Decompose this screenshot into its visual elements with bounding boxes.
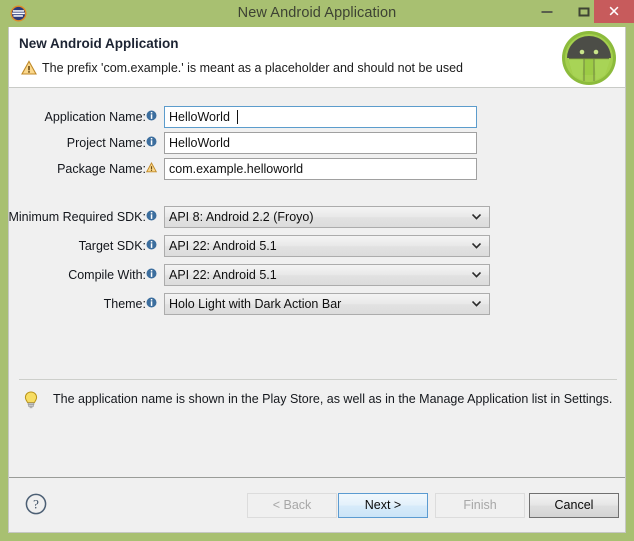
tip-text: The application name is shown in the Pla… [53, 392, 612, 406]
field-compile-with: Compile With: API 22: Android 5.1 [9, 264, 625, 286]
dialog-content: New Android Application The prefix 'com.… [8, 27, 626, 533]
minimum-required-sdk-select[interactable]: API 8: Android 2.2 (Froyo) [164, 206, 490, 228]
field-label: Target SDK: [79, 235, 146, 257]
warning-triangle-icon[interactable] [146, 162, 157, 173]
info-icon[interactable] [146, 268, 157, 279]
field-label: Compile With: [68, 264, 146, 286]
field-label: Theme: [104, 293, 146, 315]
compile-with-select[interactable]: API 22: Android 5.1 [164, 264, 490, 286]
tip-divider [19, 379, 617, 380]
field-application-name: Application Name: HelloWorld [9, 106, 625, 128]
project-name-input[interactable]: HelloWorld [164, 132, 477, 154]
minimize-button[interactable] [528, 0, 565, 23]
field-project-name: Project Name: HelloWorld [9, 132, 625, 154]
field-label: Minimum Required SDK: [8, 206, 146, 228]
dialog-header: New Android Application The prefix 'com.… [9, 27, 625, 88]
next-button[interactable]: Next > [338, 493, 428, 518]
minimize-icon [541, 11, 552, 13]
input-value: com.example.helloworld [169, 162, 303, 176]
select-value: API 22: Android 5.1 [169, 265, 277, 285]
select-value: Holo Light with Dark Action Bar [169, 294, 341, 314]
help-question-icon[interactable]: ? [25, 493, 47, 515]
chevron-down-icon [472, 272, 481, 278]
field-label: Package Name: [57, 158, 146, 180]
chevron-down-icon [472, 214, 481, 220]
back-button[interactable]: < Back [247, 493, 337, 518]
close-icon: ✕ [608, 4, 621, 19]
field-label: Project Name: [67, 132, 146, 154]
close-button[interactable]: ✕ [594, 0, 634, 23]
cancel-button[interactable]: Cancel [529, 493, 619, 518]
chevron-down-icon [472, 243, 481, 249]
window-title-bar[interactable]: New Android Application ✕ [0, 0, 634, 27]
theme-select[interactable]: Holo Light with Dark Action Bar [164, 293, 490, 315]
field-theme: Theme: Holo Light with Dark Action Bar [9, 293, 625, 315]
warning-triangle-icon [21, 60, 37, 76]
info-icon[interactable] [146, 297, 157, 308]
finish-button[interactable]: Finish [435, 493, 525, 518]
field-minimum-required-sdk: Minimum Required SDK: API 8: Android 2.2… [9, 206, 625, 228]
tip-strip: The application name is shown in the Pla… [9, 379, 627, 419]
package-name-input[interactable]: com.example.helloworld [164, 158, 477, 180]
field-target-sdk: Target SDK: API 22: Android 5.1 [9, 235, 625, 257]
svg-text:?: ? [33, 497, 39, 512]
header-warning-text: The prefix 'com.example.' is meant as a … [42, 60, 463, 76]
input-value: HelloWorld [169, 110, 230, 124]
info-icon[interactable] [146, 136, 157, 147]
field-package-name: Package Name: com.example.helloworld [9, 158, 625, 180]
target-sdk-select[interactable]: API 22: Android 5.1 [164, 235, 490, 257]
android-robot-icon [561, 30, 617, 86]
page-title: New Android Application [19, 36, 179, 51]
dialog-footer: ? < Back Next > Finish Cancel [9, 478, 625, 531]
field-label: Application Name: [45, 106, 146, 128]
info-icon[interactable] [146, 210, 157, 221]
lightbulb-icon [24, 391, 38, 409]
select-value: API 22: Android 5.1 [169, 236, 277, 256]
dialog-window: New Android Application ✕ New Android Ap… [0, 0, 634, 541]
input-value: HelloWorld [169, 136, 230, 150]
text-caret [237, 110, 238, 124]
form-area: Application Name: HelloWorld Project Nam… [9, 88, 625, 379]
application-name-input[interactable]: HelloWorld [164, 106, 477, 128]
maximize-icon [578, 7, 589, 16]
info-icon[interactable] [146, 239, 157, 250]
chevron-down-icon [472, 301, 481, 307]
info-icon[interactable] [146, 110, 157, 121]
select-value: API 8: Android 2.2 (Froyo) [169, 207, 314, 227]
